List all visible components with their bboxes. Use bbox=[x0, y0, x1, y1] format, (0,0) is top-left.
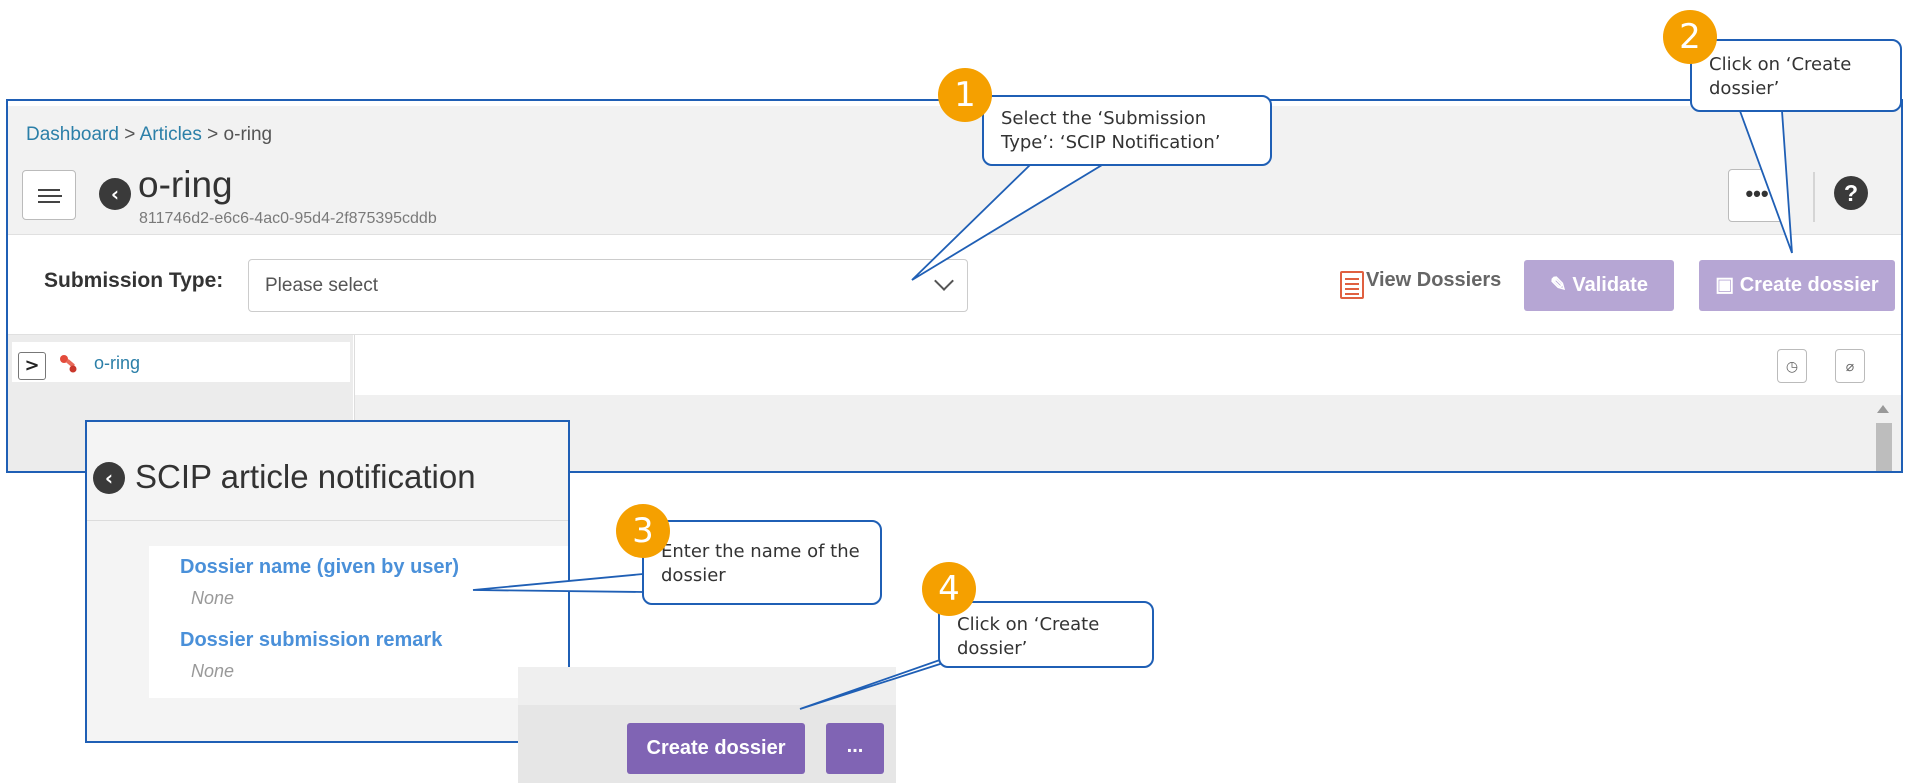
callout-4: Click on ‘Create dossier’ bbox=[938, 601, 1154, 668]
callout-2: Click on ‘Create dossier’ bbox=[1690, 39, 1902, 112]
callout-2-pointer bbox=[1738, 110, 1793, 254]
callout-1: Select the ‘Submission Type’: ‘SCIP Noti… bbox=[982, 95, 1272, 166]
callout-3-pointer bbox=[472, 573, 644, 593]
step-badge-2: 2 bbox=[1663, 10, 1717, 64]
callout-3: Enter the name of the dossier bbox=[642, 520, 882, 605]
callout-1-pointer bbox=[911, 164, 1106, 281]
step-badge-1: 1 bbox=[938, 68, 992, 122]
step-badge-3: 3 bbox=[616, 504, 670, 558]
step-badge-4: 4 bbox=[922, 562, 976, 616]
